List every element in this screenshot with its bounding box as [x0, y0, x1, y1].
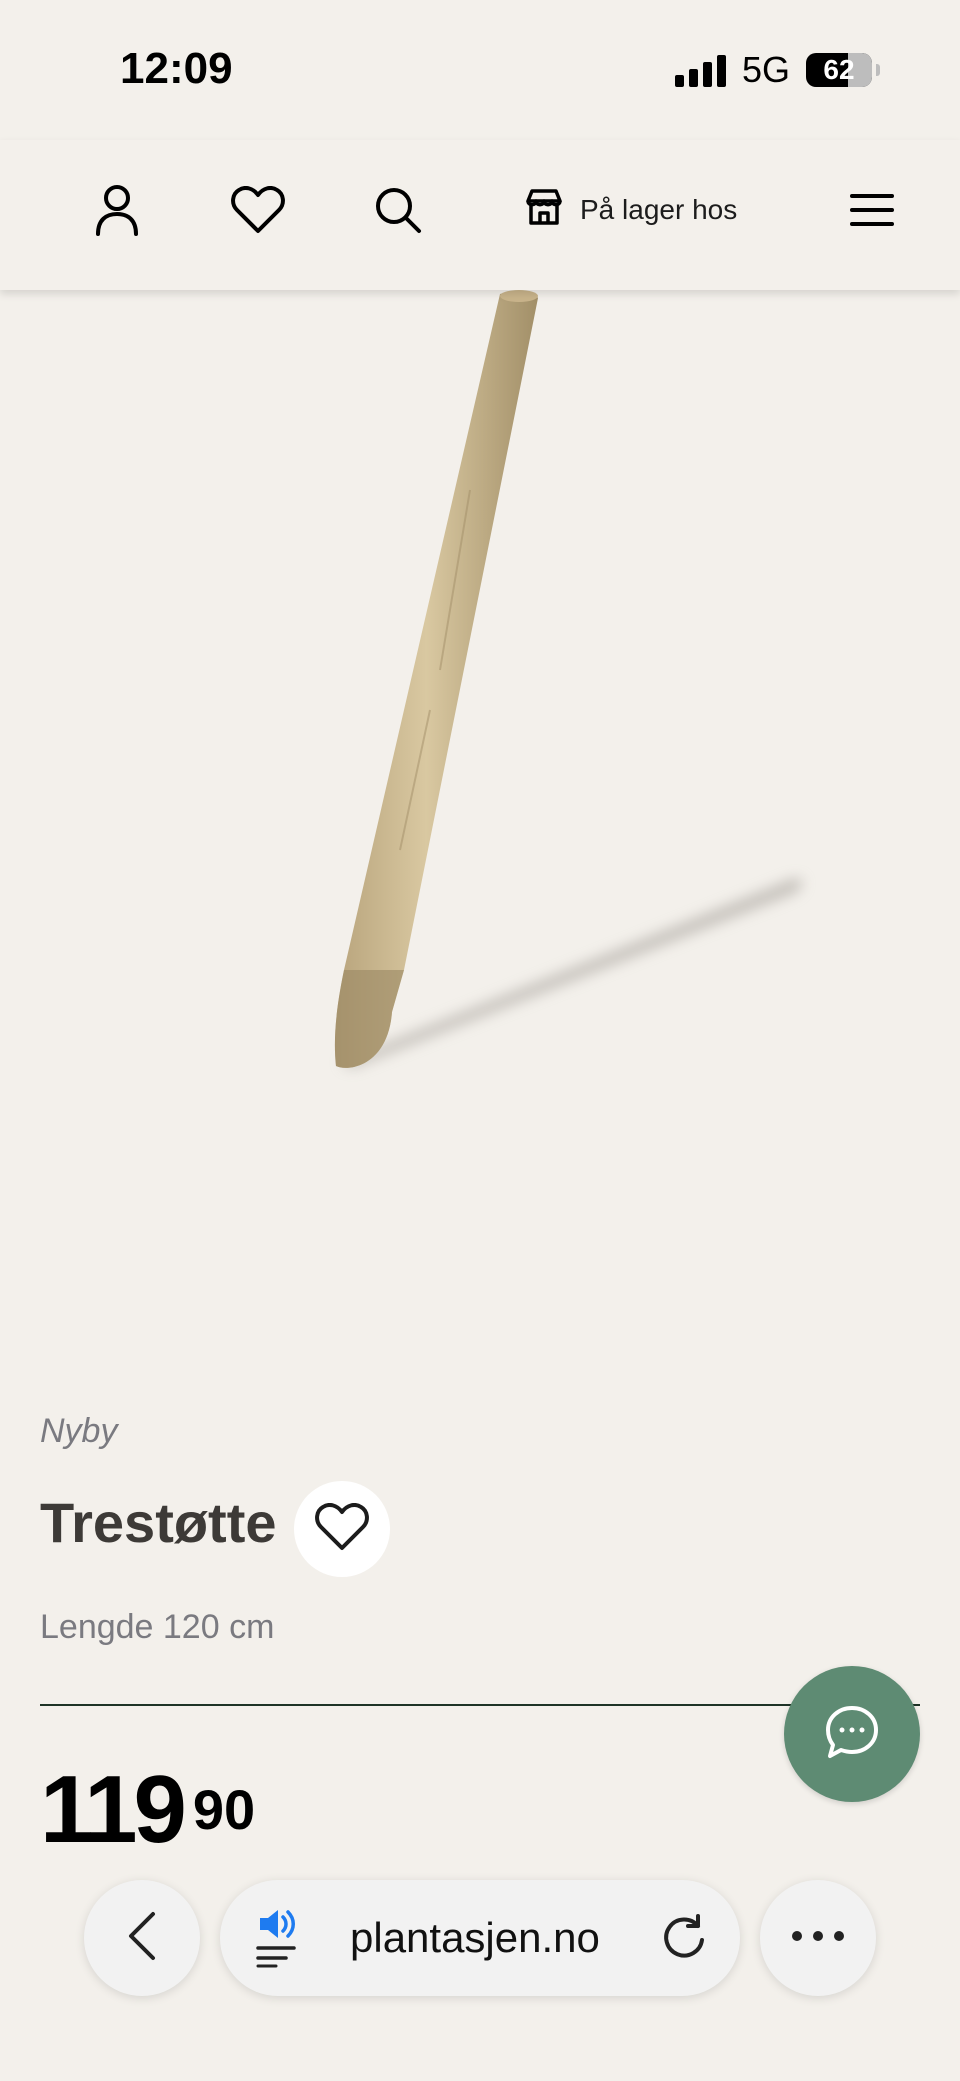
signal-icon: [674, 53, 726, 87]
product-length: Lengde 120 cm: [40, 1608, 275, 1646]
person-icon[interactable]: [87, 180, 147, 240]
heart-icon[interactable]: [228, 180, 288, 240]
network-type: 5G: [741, 49, 790, 90]
store-icon: [524, 187, 564, 234]
more-options-button[interactable]: [760, 1880, 876, 1996]
store-label: På lager hos: [580, 194, 738, 225]
store-availability-link[interactable]: På lager hos: [524, 180, 737, 240]
divider: [40, 1704, 920, 1706]
ellipsis-icon: [791, 1929, 845, 1947]
price-integer: 119: [40, 1756, 187, 1863]
product-title: Trestøtte: [40, 1491, 277, 1554]
status-indicators: 5G 62: [674, 48, 880, 92]
url-text: plantasjen.no: [350, 1914, 600, 1961]
add-to-favorites-button[interactable]: [294, 1481, 390, 1577]
site-header: På lager hos: [0, 140, 960, 290]
status-time: 12:09: [120, 44, 233, 93]
status-bar: 12:09 5G 62: [0, 0, 960, 140]
browser-toolbar: plantasjen.no: [0, 1880, 960, 2000]
address-bar[interactable]: plantasjen.no: [220, 1880, 740, 1996]
product-price: 119 90: [40, 1762, 255, 1858]
chat-button[interactable]: [784, 1666, 920, 1802]
wooden-stake-image: [0, 290, 960, 1390]
battery-nub: [876, 64, 880, 76]
product-brand: Nyby: [40, 1412, 118, 1450]
back-button[interactable]: [84, 1880, 200, 1996]
hamburger-menu-icon[interactable]: [842, 180, 902, 240]
reload-icon[interactable]: [658, 1912, 710, 1964]
speaker-icon[interactable]: [256, 1908, 304, 1968]
chat-bubble-icon: [824, 1704, 880, 1765]
search-icon[interactable]: [368, 180, 428, 240]
chevron-left-icon: [127, 1911, 157, 1966]
battery-level: 62: [823, 54, 855, 85]
heart-icon: [315, 1502, 369, 1556]
price-decimal: 90: [192, 1778, 256, 1841]
battery-icon: 62: [806, 53, 872, 87]
